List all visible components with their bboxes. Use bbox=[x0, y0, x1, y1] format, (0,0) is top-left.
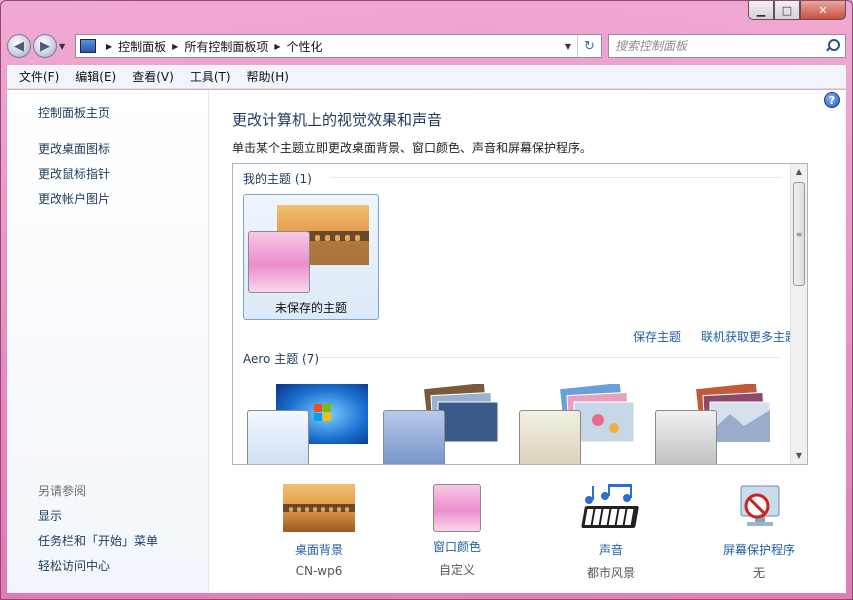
menu-help[interactable]: 帮助(H) bbox=[239, 68, 297, 85]
setting-value: CN-wp6 bbox=[295, 564, 343, 578]
address-controls: ▼ ↻ bbox=[559, 35, 601, 57]
forward-button[interactable]: ▶ bbox=[33, 34, 57, 58]
scroll-down-icon[interactable]: ▼ bbox=[791, 448, 807, 464]
breadcrumb-all-items[interactable]: 所有控制面板项 bbox=[184, 38, 268, 55]
setting-label[interactable]: 桌面背景 bbox=[259, 541, 379, 558]
page-title: 更改计算机上的视觉效果和声音 bbox=[232, 111, 443, 129]
sidebar-link-control-panel-home[interactable]: 控制面板主页 bbox=[38, 104, 110, 121]
menu-bar: 文件(F) 编辑(E) 查看(V) 工具(T) 帮助(H) bbox=[7, 65, 846, 89]
address-dropdown-icon[interactable]: ▼ bbox=[559, 42, 577, 51]
refresh-button[interactable]: ↻ bbox=[577, 35, 601, 57]
save-theme-link[interactable]: 保存主题 bbox=[633, 328, 681, 345]
theme-list-scrollbar[interactable]: ▲ ≡ ▼ bbox=[790, 164, 807, 464]
theme-landscapes[interactable] bbox=[651, 374, 787, 464]
sidebar-link-taskbar-start-menu[interactable]: 任务栏和「开始」菜单 bbox=[38, 532, 158, 549]
screen-saver-icon bbox=[740, 485, 780, 526]
menu-edit[interactable]: 编辑(E) bbox=[67, 68, 124, 85]
window-color-swatch bbox=[247, 410, 309, 464]
scroll-up-icon[interactable]: ▲ bbox=[791, 164, 807, 180]
window-color-swatch bbox=[433, 484, 481, 532]
setting-value: 自定义 bbox=[438, 563, 475, 577]
sidebar-link-ease-of-access[interactable]: 轻松访问中心 bbox=[38, 557, 110, 574]
breadcrumb-personalization[interactable]: 个性化 bbox=[287, 38, 323, 55]
refresh-icon: ↻ bbox=[584, 38, 595, 54]
breadcrumb-separator-icon[interactable]: ▶ bbox=[172, 42, 178, 51]
sidebar-link-desktop-icons[interactable]: 更改桌面图标 bbox=[38, 140, 110, 157]
group-divider bbox=[331, 177, 781, 178]
help-icon[interactable]: ? bbox=[824, 92, 840, 108]
setting-screen-saver[interactable]: 屏幕保护程序 无 bbox=[699, 484, 819, 581]
minimize-button[interactable]: ▁ bbox=[748, 1, 774, 20]
setting-value: 都市风景 bbox=[586, 566, 635, 580]
search-box[interactable] bbox=[608, 34, 846, 58]
maximize-button[interactable]: □ bbox=[774, 1, 800, 20]
main-panel: ? 更改计算机上的视觉效果和声音 单击某个主题立即更改桌面背景、窗口颜色、声音和… bbox=[210, 90, 846, 593]
page-description: 单击某个主题立即更改桌面背景、窗口颜色、声音和屏幕保护程序。 bbox=[232, 141, 593, 155]
back-arrow-icon: ◀ bbox=[14, 38, 24, 54]
setting-sounds[interactable]: 声音 都市风景 bbox=[551, 484, 671, 581]
content-area: 控制面板主页 更改桌面图标 更改鼠标指针 更改帐户图片 另请参阅 显示 任务栏和… bbox=[7, 90, 846, 593]
control-panel-icon bbox=[80, 39, 96, 53]
menu-file[interactable]: 文件(F) bbox=[11, 68, 67, 85]
search-input[interactable] bbox=[615, 39, 825, 53]
theme-list: 我的主题 (1) 未保存的主题 保存主题 联机获取更多主题 Aero 主题 (7… bbox=[232, 163, 808, 465]
breadcrumb-control-panel[interactable]: 控制面板 bbox=[118, 38, 166, 55]
window: ▁ □ ✕ ◀ ▶ ▼ ▶ 控制面板 ▶ 所有控制面板项 ▶ 个性化 ▼ ↻ 文… bbox=[0, 0, 853, 600]
sidebar-link-display[interactable]: 显示 bbox=[38, 507, 62, 524]
navigation-bar: ◀ ▶ ▼ ▶ 控制面板 ▶ 所有控制面板项 ▶ 个性化 ▼ ↻ bbox=[7, 31, 846, 61]
search-icon[interactable] bbox=[825, 39, 840, 53]
recent-pages-dropdown[interactable]: ▼ bbox=[59, 42, 71, 51]
breadcrumb-separator-icon[interactable]: ▶ bbox=[106, 42, 112, 51]
aero-themes-header: Aero 主题 (7) bbox=[243, 352, 320, 366]
close-button[interactable]: ✕ bbox=[800, 1, 846, 20]
sidebar-link-account-picture[interactable]: 更改帐户图片 bbox=[38, 190, 110, 207]
address-bar[interactable]: ▶ 控制面板 ▶ 所有控制面板项 ▶ 个性化 ▼ ↻ bbox=[75, 34, 602, 58]
window-color-swatch bbox=[248, 231, 310, 293]
window-color-swatch bbox=[383, 410, 445, 464]
see-also-label: 另请参阅 bbox=[38, 484, 87, 498]
forward-arrow-icon: ▶ bbox=[40, 38, 50, 54]
theme-architecture[interactable] bbox=[379, 374, 515, 464]
desktop-background-thumbnail bbox=[283, 484, 355, 532]
caption-buttons: ▁ □ ✕ bbox=[748, 1, 846, 21]
theme-windows-7[interactable] bbox=[243, 374, 379, 464]
sidebar-link-mouse-pointers[interactable]: 更改鼠标指针 bbox=[38, 165, 110, 182]
setting-desktop-background[interactable]: 桌面背景 CN-wp6 bbox=[259, 484, 379, 578]
window-color-swatch bbox=[519, 410, 581, 464]
setting-label[interactable]: 窗口颜色 bbox=[397, 538, 517, 555]
sidebar: 控制面板主页 更改桌面图标 更改鼠标指针 更改帐户图片 另请参阅 显示 任务栏和… bbox=[7, 90, 209, 593]
theme-label: 未保存的主题 bbox=[274, 301, 347, 315]
group-divider bbox=[319, 357, 781, 358]
setting-label[interactable]: 屏幕保护程序 bbox=[699, 541, 819, 558]
get-more-themes-online-link[interactable]: 联机获取更多主题 bbox=[701, 328, 797, 345]
menu-tools[interactable]: 工具(T) bbox=[182, 68, 239, 85]
setting-value: 无 bbox=[752, 566, 765, 580]
my-themes-header: 我的主题 (1) bbox=[243, 172, 312, 186]
sound-keyboard-icon bbox=[581, 484, 639, 528]
back-button[interactable]: ◀ bbox=[7, 34, 31, 58]
menu-view[interactable]: 查看(V) bbox=[124, 68, 182, 85]
setting-window-color[interactable]: 窗口颜色 自定义 bbox=[397, 484, 517, 578]
theme-characters[interactable] bbox=[515, 374, 651, 464]
theme-unsaved[interactable]: 未保存的主题 bbox=[243, 194, 379, 320]
setting-label[interactable]: 声音 bbox=[551, 541, 671, 558]
window-color-swatch bbox=[655, 410, 717, 464]
scroll-thumb[interactable]: ≡ bbox=[793, 182, 805, 286]
breadcrumb-separator-icon[interactable]: ▶ bbox=[274, 42, 280, 51]
